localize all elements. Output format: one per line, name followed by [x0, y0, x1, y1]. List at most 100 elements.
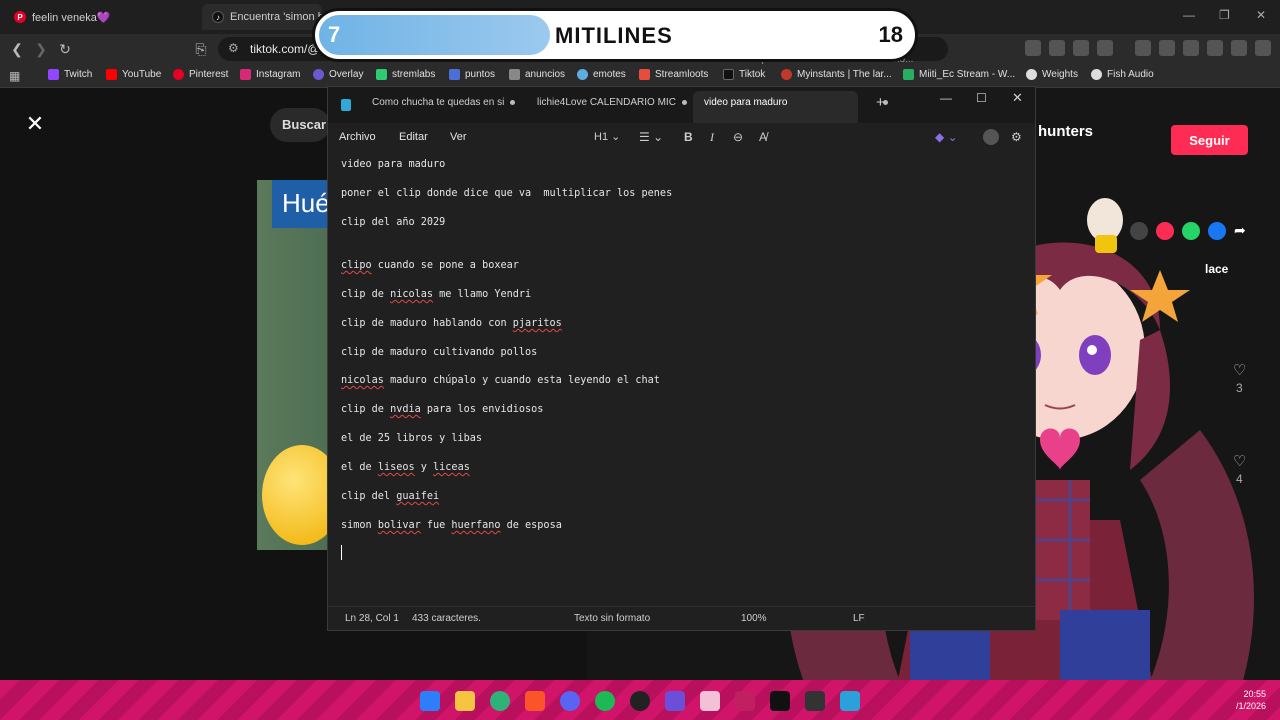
text-line: nicolas maduro chúpalo y cuando esta ley… — [341, 375, 660, 386]
unsaved-dot-icon — [681, 100, 687, 105]
bold-icon[interactable]: B — [684, 130, 693, 144]
menu-editar[interactable]: Editar — [399, 131, 428, 143]
pinterest-icon — [173, 69, 184, 80]
browser-tab-label: feelin veneka💜 — [32, 11, 111, 24]
bookmark-label: stremlabs — [392, 69, 436, 80]
fish-audio-icon — [1091, 69, 1102, 80]
follow-button[interactable]: Seguir — [1171, 125, 1248, 155]
bookmark-icon[interactable]: ⎘ — [192, 40, 210, 58]
clear-format-icon[interactable]: A̸ — [759, 130, 767, 144]
notepad-tab-active[interactable]: video para maduro — [704, 97, 889, 108]
bookmark-twitch[interactable]: Twitch — [48, 69, 92, 80]
shield-icon[interactable] — [1231, 40, 1247, 56]
bookmark-label: Twitch — [64, 69, 93, 80]
sidebar-icon[interactable] — [1159, 40, 1175, 56]
menu-archivo[interactable]: Archivo — [339, 131, 376, 143]
wallet-icon[interactable] — [1183, 40, 1199, 56]
app-icon[interactable] — [735, 691, 755, 711]
notepad-tab[interactable]: lichie4Love CALENDARIO MIC — [537, 97, 687, 108]
app-icon[interactable] — [700, 691, 720, 711]
search-button[interactable]: Buscar — [270, 108, 330, 142]
heading-label: H1 — [594, 131, 609, 143]
italic-icon[interactable]: I — [710, 130, 714, 145]
browser-tab[interactable]: P feelin veneka💜 — [4, 4, 199, 30]
misspelled-word: bolivar — [377, 520, 421, 531]
settings-gear-icon[interactable]: ⚙ — [1011, 130, 1022, 144]
notepad-tab-strip: Como chucha te quedas en si lichie4Love … — [328, 87, 1035, 123]
bookmark-label: emotes — [593, 69, 626, 80]
bookmark-myinstants[interactable]: Myinstants | The lar... — [781, 69, 892, 80]
copilot-icon[interactable]: ◆ ⌄ — [935, 130, 958, 144]
back-icon[interactable]: ❮ — [8, 40, 26, 58]
media-icon[interactable] — [1135, 40, 1151, 56]
channel-name[interactable]: hunters — [1038, 123, 1093, 140]
pinterest-icon: P — [14, 11, 26, 23]
bookmark-tiktok[interactable]: Tiktok — [723, 69, 765, 80]
browser-tab-active[interactable]: ♪ Encuentra 'simon bolí — [202, 4, 322, 30]
taskbar-clock[interactable]: 20:55 /1/2026 — [1236, 688, 1266, 712]
forward-icon[interactable]: ❯ — [32, 40, 50, 58]
ai-icon[interactable] — [1207, 40, 1223, 56]
bookmark-label: puntos — [465, 69, 496, 80]
list-icon[interactable]: ☰ ⌄ — [639, 130, 663, 144]
notepad-tab[interactable]: Como chucha te quedas en si — [372, 97, 516, 108]
new-tab-icon[interactable]: + — [876, 94, 885, 111]
bookmark-instagram[interactable]: Instagram — [240, 69, 300, 80]
discord-icon[interactable] — [560, 691, 580, 711]
bookmark-puntos[interactable]: puntos — [449, 69, 495, 80]
file-explorer-icon[interactable] — [455, 691, 475, 711]
maximize-icon[interactable]: ☐ — [976, 91, 987, 105]
misspelled-word: liseos — [377, 462, 415, 473]
edge-icon[interactable] — [490, 691, 510, 711]
bookmark-overlay[interactable]: Overlay — [313, 69, 363, 80]
bookmark-pinterest[interactable]: Pinterest — [173, 69, 228, 80]
character-count: 433 caracteres. — [412, 613, 481, 624]
text-caret — [341, 545, 342, 560]
bookmark-miiti-stream[interactable]: Miiti_Ec Stream - W... — [903, 69, 1015, 80]
reload-icon[interactable]: ↻ — [56, 40, 74, 58]
close-video-icon[interactable]: ✕ — [22, 111, 48, 137]
heading-dropdown[interactable]: H1 ⌄ — [594, 130, 620, 143]
bookmark-streamloots[interactable]: Streamloots — [639, 69, 708, 80]
minimize-icon[interactable]: — — [1183, 8, 1195, 22]
menu-ver[interactable]: Ver — [450, 131, 467, 143]
notepad-tab-label: lichie4Love CALENDARIO MIC — [537, 97, 676, 108]
bookmark-anuncios[interactable]: anuncios — [509, 69, 565, 80]
extension-icon[interactable] — [1025, 40, 1041, 56]
bookmark-youtube[interactable]: YouTube — [106, 69, 161, 80]
spotify-icon[interactable] — [595, 691, 615, 711]
tiktok-icon[interactable] — [770, 691, 790, 711]
extension-icon[interactable] — [1073, 40, 1089, 56]
app-icon[interactable] — [665, 691, 685, 711]
line-ending[interactable]: LF — [853, 613, 865, 624]
profile-icon[interactable] — [983, 129, 999, 145]
text-format[interactable]: Texto sin formato — [574, 613, 650, 624]
apps-grid-icon[interactable]: ▦ — [9, 69, 20, 83]
bookmark-emotes[interactable]: emotes — [577, 69, 626, 80]
bookmark-stremlabs[interactable]: stremlabs — [376, 69, 435, 80]
bookmark-weights[interactable]: Weights — [1026, 69, 1078, 80]
bookmark-label: anuncios — [525, 69, 566, 80]
weights-icon — [1026, 69, 1037, 80]
site-info-icon[interactable]: ⚙ — [228, 41, 239, 55]
notepad-taskbar-icon[interactable] — [840, 691, 860, 711]
notepad-window: Como chucha te quedas en si lichie4Love … — [327, 86, 1036, 631]
goal-progress-fill — [319, 15, 550, 55]
bookmark-fish-audio[interactable]: Fish Audio — [1091, 69, 1154, 80]
close-window-icon[interactable]: ✕ — [1012, 90, 1023, 106]
extension-icon[interactable] — [1097, 40, 1113, 56]
app-icon[interactable] — [805, 691, 825, 711]
bookmark-label: YouTube — [122, 69, 162, 80]
close-window-icon[interactable]: ✕ — [1256, 8, 1266, 22]
brave-icon[interactable] — [525, 691, 545, 711]
start-icon[interactable] — [420, 691, 440, 711]
extension-icon[interactable] — [1049, 40, 1065, 56]
zoom-level[interactable]: 100% — [741, 613, 767, 624]
menu-icon[interactable] — [1255, 40, 1271, 56]
minimize-icon[interactable]: — — [940, 91, 952, 105]
text-line: el de 25 libros y libas — [341, 433, 483, 444]
notepad-menu-bar: Archivo Editar Ver H1 ⌄ ☰ ⌄ B I ⊖ A̸ ◆ ⌄… — [328, 123, 1035, 151]
maximize-icon[interactable]: ❐ — [1219, 8, 1230, 22]
link-icon[interactable]: ⊖ — [733, 130, 743, 144]
obs-icon[interactable] — [630, 691, 650, 711]
